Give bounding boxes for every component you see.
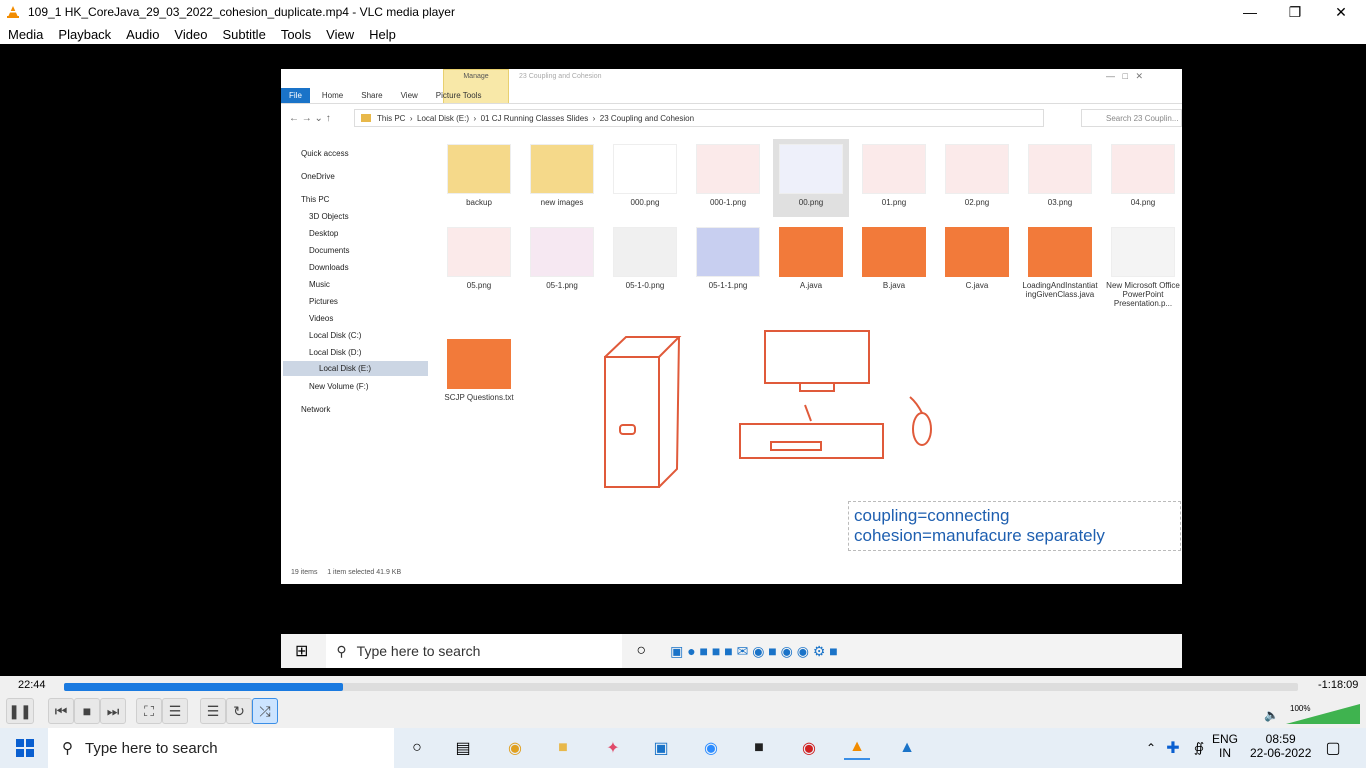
record-icon[interactable]: ◉ (796, 736, 822, 760)
extended-settings-icon[interactable]: ☰ (162, 698, 188, 724)
next-icon[interactable]: ⏭ (100, 698, 126, 724)
annotation-line-2: cohesion=manufacure separately (854, 526, 1105, 545)
window-title: 109_1 HK_CoreJava_29_03_2022_cohesion_du… (28, 5, 455, 19)
file-explorer-icon[interactable]: ■ (550, 736, 576, 760)
plus-icon[interactable]: ✚ (1160, 736, 1186, 760)
explorer-window: Manage 23 Coupling and Cohesion — □ ✕ Fi… (281, 69, 1182, 584)
seek-row: 22:44 -1:18:09 (0, 676, 1366, 696)
annotation-line-1: coupling=connecting (854, 506, 1010, 525)
menu-tools[interactable]: Tools (281, 27, 311, 42)
snipping-tool-icon[interactable]: ✦ (600, 736, 626, 760)
selection-info: 1 item selected 41.9 KB (327, 569, 402, 576)
time-elapsed: 22:44 (18, 679, 46, 691)
menu-video[interactable]: Video (174, 27, 207, 42)
clock[interactable]: 08:59 22-06-2022 (1250, 732, 1311, 760)
windows-taskbar: ⚲ Type here to search ○ ▤ ◉ ■ ✦ ▣ ◉ ■ ◉ … (0, 728, 1366, 768)
inner-search-box: ⚲ Type here to search (326, 634, 623, 668)
minimize-button[interactable]: — (1227, 0, 1273, 24)
menu-subtitle[interactable]: Subtitle (222, 27, 265, 42)
title-bar: 109_1 HK_CoreJava_29_03_2022_cohesion_du… (0, 0, 1366, 24)
volume-label: 100% (1290, 704, 1311, 713)
seek-bar[interactable] (64, 683, 1298, 691)
pause-button[interactable]: ❚❚ (6, 698, 34, 724)
previous-icon[interactable]: ⏮ (48, 698, 74, 724)
menu-media[interactable]: Media (8, 27, 43, 42)
loop-icon[interactable]: ↻ (226, 698, 252, 724)
inner-taskbar: ⊞ ⚲ Type here to search ○ ▣ ● ■ ■ ■ ✉ ◉ … (281, 634, 1182, 668)
vlc-cone-icon (7, 6, 19, 18)
playlist-icon[interactable]: ☰ (200, 698, 226, 724)
language-indicator[interactable]: ENG IN (1212, 732, 1238, 760)
photos-icon[interactable]: ▲ (894, 736, 920, 760)
search-icon: ⚲ (336, 642, 347, 659)
item-count: 19 items (291, 569, 318, 576)
time-remaining: -1:18:09 (1318, 679, 1359, 691)
monitor-sketch (764, 330, 870, 384)
cpu-sketch (604, 356, 660, 488)
region-label: IN (1219, 746, 1231, 760)
windows-start-icon[interactable] (12, 736, 38, 760)
vlc-icon[interactable]: ▲ (844, 736, 870, 760)
fullscreen-icon[interactable]: ⛶ (136, 698, 162, 724)
store-icon[interactable]: ▣ (648, 736, 674, 760)
menu-help[interactable]: Help (369, 27, 396, 42)
clock-date: 22-06-2022 (1250, 746, 1312, 760)
annotation-textbox[interactable]: coupling=connecting cohesion=manufacure … (848, 501, 1181, 551)
player-controls: ❚❚ ⏮ ■ ⏭ ⛶ ☰ ☰ ↻ ⤮ 🔈 100% (0, 696, 1366, 728)
shuffle-icon[interactable]: ⤮ (252, 698, 278, 724)
wifi-icon[interactable]: ∯ (1186, 736, 1212, 760)
menu-audio[interactable]: Audio (126, 27, 159, 42)
mouse-sketch (912, 412, 932, 446)
menu-bar: Media Playback Audio Video Subtitle Tool… (0, 24, 1366, 44)
cortana-icon[interactable]: ○ (404, 736, 430, 760)
task-view-icon[interactable]: ▤ (450, 736, 476, 760)
stop-icon[interactable]: ■ (74, 698, 100, 724)
taskbar-search-box[interactable]: ⚲ Type here to search (48, 728, 394, 768)
speaker-icon[interactable]: 🔈 (1264, 708, 1279, 722)
menu-view[interactable]: View (326, 27, 354, 42)
restore-button[interactable]: ❐ (1272, 0, 1318, 24)
sticky-notes-icon[interactable]: ■ (746, 736, 772, 760)
chrome-icon[interactable]: ◉ (502, 736, 528, 760)
close-button[interactable]: ✕ (1318, 0, 1364, 24)
inner-search-text: Type here to search (356, 643, 481, 659)
volume-slider[interactable]: 100% (1286, 704, 1360, 724)
cortana-icon: ○ (636, 642, 647, 659)
inner-app-icons: ▣ ● ■ ■ ■ ✉ ◉ ■ ◉ ◉ ⚙ ■ (670, 642, 838, 659)
zoom-icon[interactable]: ◉ (698, 736, 724, 760)
taskbar-search-text: Type here to search (85, 739, 218, 757)
menu-playback[interactable]: Playback (58, 27, 111, 42)
clock-time: 08:59 (1265, 732, 1296, 746)
seek-progress (64, 683, 343, 691)
search-icon: ⚲ (62, 740, 73, 757)
notification-icon[interactable]: ▢ (1320, 736, 1346, 760)
status-bar: 19 items 1 item selected 41.9 KB (291, 569, 401, 576)
windows-start-icon: ⊞ (295, 643, 309, 660)
lang-label: ENG (1212, 732, 1239, 746)
